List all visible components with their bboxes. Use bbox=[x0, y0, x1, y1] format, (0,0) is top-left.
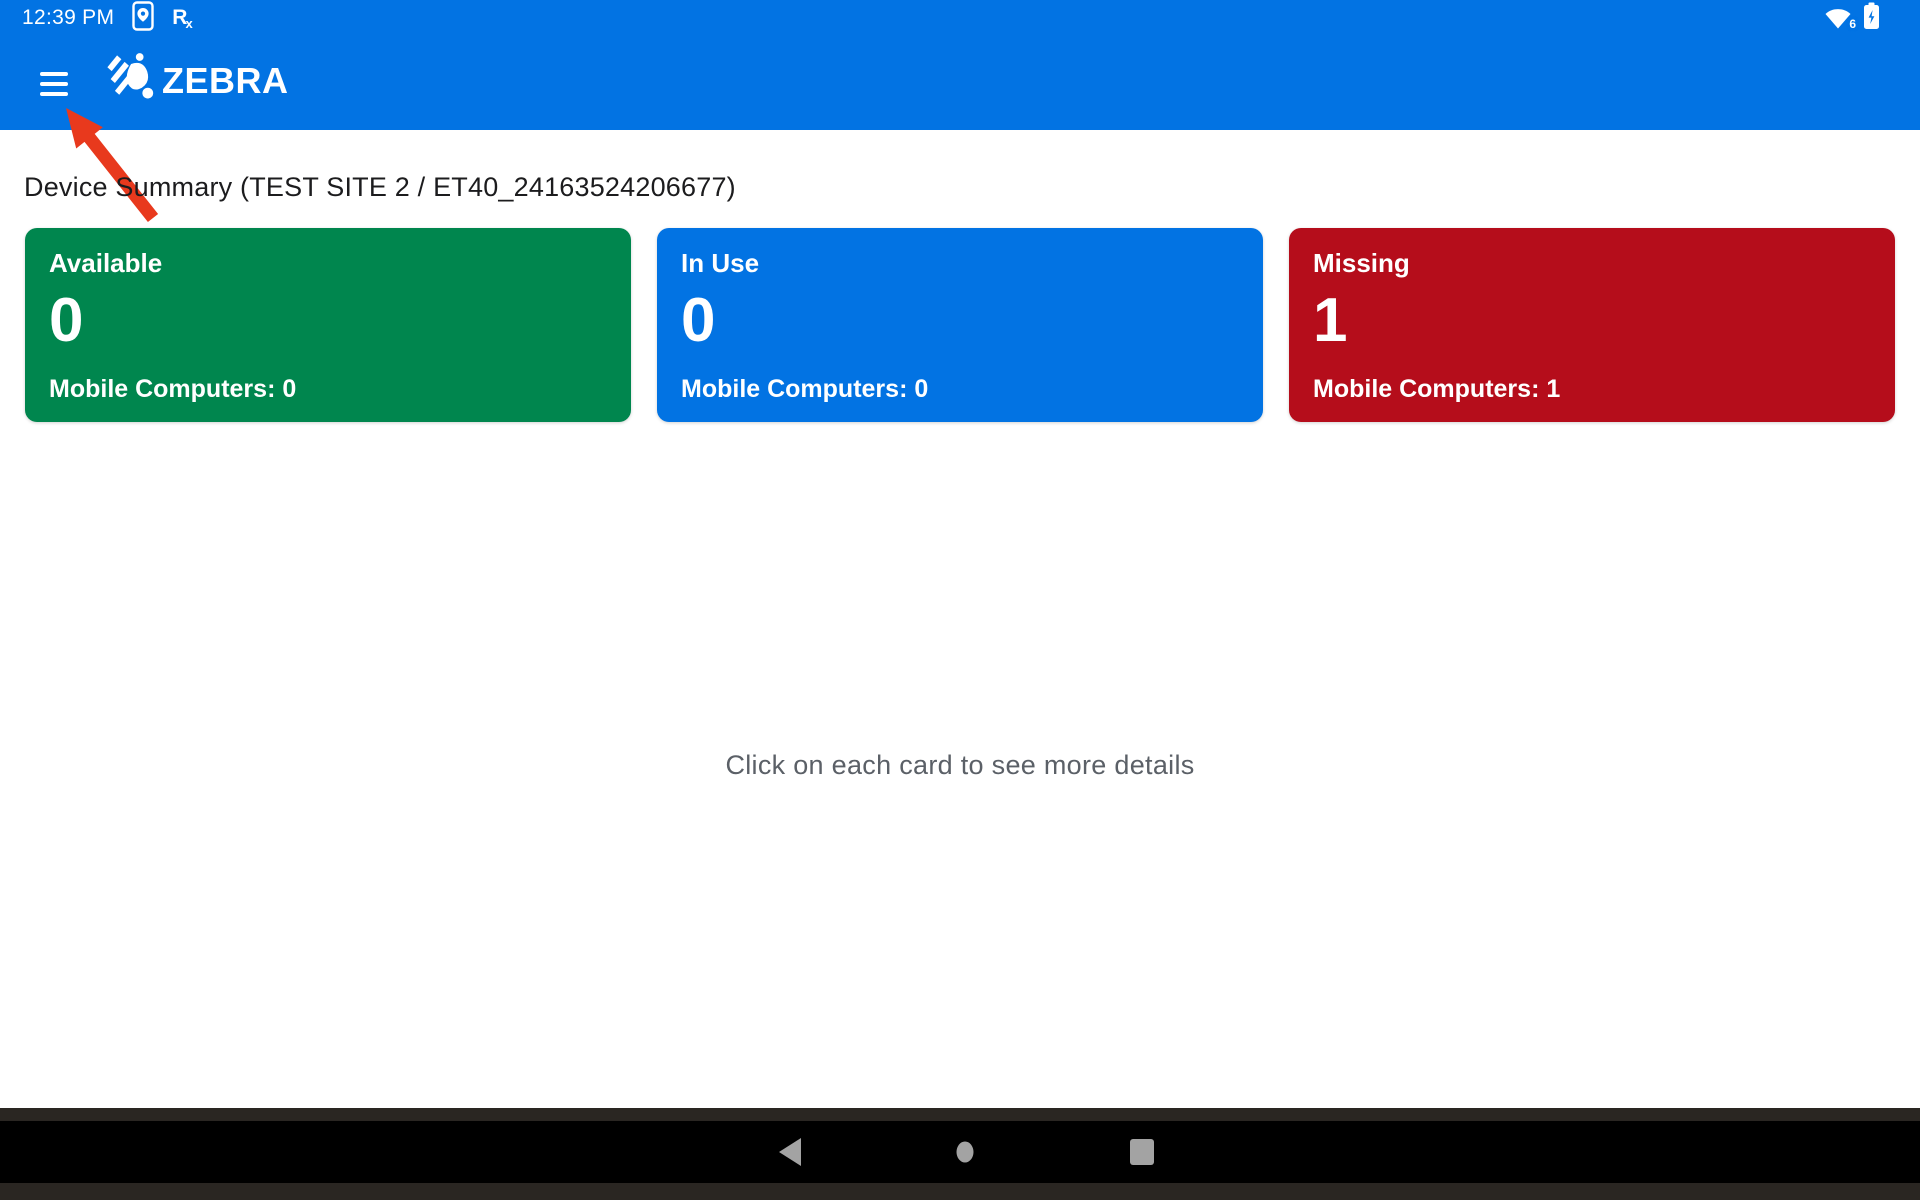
rx-icon: Rx bbox=[172, 7, 192, 30]
card-subtext: Mobile Computers: 1 bbox=[1313, 375, 1560, 404]
summary-cards: Available 0 Mobile Computers: 0 In Use 0… bbox=[25, 228, 1895, 422]
nav-top-strip bbox=[0, 1108, 1920, 1121]
battery-charging-icon bbox=[1863, 2, 1880, 35]
card-title: Missing bbox=[1313, 248, 1410, 279]
nav-bottom-strip bbox=[0, 1183, 1920, 1200]
zebra-head-icon bbox=[104, 50, 156, 111]
wifi-icon: 6 bbox=[1823, 6, 1853, 30]
recents-button[interactable] bbox=[1112, 1121, 1172, 1183]
brand-name: ZEBRA bbox=[162, 60, 289, 102]
hint-text: Click on each card to see more details bbox=[0, 750, 1920, 781]
card-count: 1 bbox=[1313, 290, 1347, 352]
card-subtext: Mobile Computers: 0 bbox=[681, 375, 928, 404]
card-subtext: Mobile Computers: 0 bbox=[49, 375, 296, 404]
app-bar: ZEBRA bbox=[0, 36, 1920, 130]
device-summary-screen: 12:39 PM Rx 6 bbox=[0, 0, 1920, 1200]
card-available[interactable]: Available 0 Mobile Computers: 0 bbox=[25, 228, 631, 422]
status-bar: 12:39 PM Rx 6 bbox=[0, 0, 1920, 36]
menu-button[interactable] bbox=[40, 72, 68, 96]
back-button[interactable] bbox=[761, 1121, 821, 1183]
status-bar-right: 6 bbox=[1823, 2, 1920, 35]
page-title: Device Summary (TEST SITE 2 / ET40_24163… bbox=[24, 172, 736, 203]
zebra-logo: ZEBRA bbox=[104, 50, 289, 111]
card-count: 0 bbox=[49, 290, 83, 352]
app-header: 12:39 PM Rx 6 bbox=[0, 0, 1920, 130]
card-missing[interactable]: Missing 1 Mobile Computers: 1 bbox=[1289, 228, 1895, 422]
clock: 12:39 PM bbox=[22, 6, 114, 30]
card-title: Available bbox=[49, 248, 162, 279]
wifi-generation-label: 6 bbox=[1849, 17, 1856, 31]
system-nav-bar bbox=[0, 1121, 1920, 1183]
status-bar-left: 12:39 PM Rx bbox=[0, 1, 193, 36]
device-location-icon bbox=[132, 1, 154, 36]
card-title: In Use bbox=[681, 248, 759, 279]
card-count: 0 bbox=[681, 290, 715, 352]
home-button[interactable] bbox=[935, 1121, 995, 1183]
card-in-use[interactable]: In Use 0 Mobile Computers: 0 bbox=[657, 228, 1263, 422]
